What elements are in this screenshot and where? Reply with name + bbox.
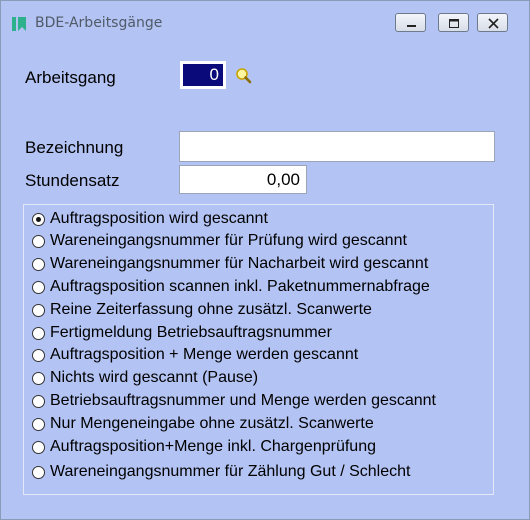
scan-option-label: Wareneingangsnummer für Prüfung wird ges… — [50, 232, 407, 249]
scan-mode-group: Auftragsposition wird gescannt Wareneinga… — [23, 204, 494, 495]
bezeichnung-label: Bezeichnung — [25, 138, 124, 157]
scan-option-label: Auftragsposition + Menge werden gescannt — [50, 346, 359, 363]
stundensatz-label: Stundensatz — [25, 171, 120, 190]
radio-unchecked-icon — [32, 304, 45, 317]
radio-dot — [36, 217, 41, 222]
radio-unchecked-icon — [32, 395, 45, 408]
radio-unchecked-icon — [32, 258, 45, 271]
radio-unchecked-icon — [32, 235, 45, 248]
scan-option-label: Auftragsposition+Menge inkl. Chargenprüf… — [50, 438, 376, 455]
radio-unchecked-icon — [32, 349, 45, 362]
arbeitsgang-value: 0 — [183, 64, 223, 86]
stundensatz-input[interactable]: 0,00 — [179, 165, 307, 194]
scan-option-label: Auftragsposition wird gescannt — [50, 210, 268, 227]
arbeitsgang-label: Arbeitsgang — [25, 68, 116, 87]
radio-unchecked-icon — [32, 418, 45, 431]
scan-option-label: Wareneingangsnummer für Nacharbeit wird … — [50, 255, 429, 272]
window-title: BDE-Arbeitsgänge — [35, 15, 163, 31]
scan-option-label: Reine Zeiterfassung ohne zusätzl. Scanwe… — [50, 301, 372, 318]
scan-option-label: Nur Mengeneingabe ohne zusätzl. Scanwert… — [50, 415, 374, 432]
scan-option-label: Wareneingangsnummer für Zählung Gut / Sc… — [50, 463, 411, 480]
arbeitsgang-input[interactable]: 0 — [180, 61, 226, 89]
scan-option-label: Fertigmeldung Betriebsauftragsnummer — [50, 324, 332, 341]
close-button[interactable] — [477, 13, 508, 32]
bezeichnung-input[interactable] — [179, 131, 495, 162]
scan-option-label: Auftragsposition scannen inkl. Paketnumm… — [50, 278, 430, 295]
minimize-icon — [407, 25, 416, 27]
radio-unchecked-icon — [32, 372, 45, 385]
radio-unchecked-icon — [32, 327, 45, 340]
bookmark-icon — [12, 17, 26, 31]
minimize-button[interactable] — [395, 13, 426, 32]
maximize-icon — [449, 19, 459, 28]
radio-unchecked-icon — [32, 441, 45, 454]
scan-option-label: Betriebsauftragsnummer und Menge werden … — [50, 392, 436, 409]
radio-unchecked-icon — [32, 281, 45, 294]
maximize-button[interactable] — [438, 13, 469, 32]
radio-unchecked-icon — [32, 466, 45, 479]
bde-window: BDE-Arbeitsgänge Arbeitsgang 0 Bezeichnu… — [0, 0, 530, 520]
scan-option-label: Nichts wird gescannt (Pause) — [50, 369, 259, 386]
title-bar[interactable]: BDE-Arbeitsgänge — [1, 1, 529, 45]
magnifier-icon[interactable] — [234, 67, 254, 85]
radio-checked-icon — [32, 213, 45, 226]
close-icon — [488, 18, 499, 29]
